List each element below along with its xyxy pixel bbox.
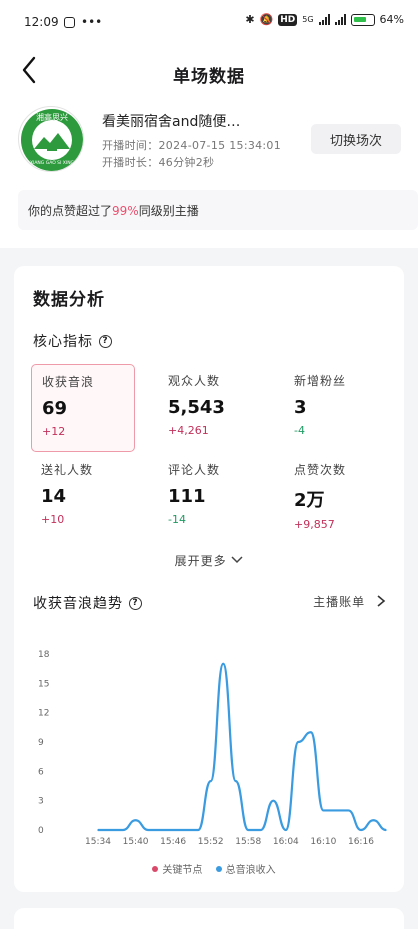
data-point	[259, 829, 262, 831]
streamer-logo: 湘高思兴 XIANG GAO SI XING	[18, 106, 84, 172]
income-series-line	[97, 662, 387, 832]
chart-legend: 关键节点 总音浪收入	[14, 861, 404, 876]
data-point	[322, 809, 325, 812]
metric-card[interactable]: 点赞次数 2万 +9,857	[284, 453, 388, 541]
metric-card[interactable]: 送礼人数 14 +10	[31, 453, 135, 541]
x-tick-label: 16:10	[310, 837, 336, 847]
likes-rank-banner: 你的点赞超过了99%同级别主播	[18, 190, 418, 230]
x-tick-label: 16:04	[273, 837, 299, 847]
bluetooth-icon: ✱	[245, 13, 255, 26]
key-node-legend: 关键节点	[162, 865, 203, 876]
data-analysis-card: 数据分析 核心指标 ? 收获音浪 69 +12 观众人数 5,543 +4,26…	[14, 266, 404, 892]
section-title: 数据分析	[33, 290, 105, 310]
status-bar: 12:09 ••• ✱ 🔕 HD 5G 64%	[0, 0, 418, 46]
help-icon[interactable]: ?	[99, 334, 112, 348]
data-point	[247, 829, 250, 831]
y-tick-label: 3	[38, 797, 44, 807]
trend-title: 收获音浪趋势 ?	[33, 593, 142, 613]
status-time: 12:09	[24, 15, 59, 29]
stream-info-card: 湘高思兴 XIANG GAO SI XING 看美丽宿舍and随便… 开播时间：…	[0, 98, 418, 248]
logo-bottom-text: XIANG GAO SI XING	[30, 160, 75, 166]
y-tick-label: 0	[38, 826, 44, 836]
x-tick-label: 15:46	[160, 837, 186, 847]
nav-bar: 单场数据	[0, 46, 418, 98]
income-legend: 总音浪收入	[225, 865, 276, 876]
metric-card[interactable]: 观众人数 5,543 +4,261	[158, 364, 262, 452]
data-point	[372, 819, 375, 822]
signal-icon-2	[334, 14, 346, 25]
help-icon[interactable]: ?	[129, 596, 142, 610]
y-tick-label: 15	[38, 679, 49, 689]
core-metrics-title: 核心指标 ?	[33, 331, 112, 351]
metric-card[interactable]: 新增粉丝 3 -4	[284, 364, 388, 452]
data-point	[122, 829, 124, 831]
data-point	[159, 829, 162, 831]
y-tick-label: 6	[38, 767, 44, 777]
network-5g-label: 5G	[302, 15, 314, 24]
data-point	[285, 829, 287, 831]
data-point	[335, 809, 337, 812]
stream-title: 看美丽宿舍and随便…	[102, 114, 241, 130]
battery-percent: 64%	[379, 13, 404, 26]
data-point	[310, 731, 312, 734]
x-tick-label: 15:58	[235, 837, 261, 847]
data-point	[385, 829, 387, 831]
chevron-right-icon	[377, 595, 386, 607]
data-point	[234, 780, 237, 782]
battery-icon	[350, 13, 375, 26]
y-tick-label: 12	[38, 709, 49, 719]
x-tick-label: 16:16	[348, 837, 374, 847]
data-point	[134, 819, 137, 822]
data-point	[360, 829, 362, 831]
more-dots-icon: •••	[81, 15, 103, 29]
expand-more-button[interactable]: 展开更多	[14, 552, 404, 569]
income-trend-chart: 0 3 6 9 12 15 18 15:34 15:40 15:46 15:52 15:58 16:04…	[38, 650, 387, 847]
data-point	[209, 780, 212, 782]
data-point	[222, 662, 225, 665]
chevron-down-icon	[231, 556, 243, 564]
data-point	[184, 829, 187, 831]
switch-session-button[interactable]: 切换场次	[311, 124, 401, 154]
stream-duration: 开播时长：46分钟2秒	[102, 156, 215, 169]
data-point	[197, 829, 199, 831]
y-tick-label: 9	[38, 738, 44, 748]
logo-top-text: 湘高思兴	[36, 112, 68, 122]
x-tick-label: 15:40	[123, 837, 149, 847]
y-tick-label: 18	[38, 650, 50, 660]
tiktok-icon	[64, 16, 75, 28]
x-tick-label: 15:34	[85, 837, 111, 847]
data-point	[172, 829, 174, 831]
metric-card[interactable]: 评论人数 111 -14	[158, 453, 262, 541]
data-point	[272, 799, 275, 802]
data-point	[347, 809, 350, 812]
key-node-legend-dot	[152, 866, 159, 872]
likes-percent: 99%	[112, 204, 139, 218]
signal-icon	[318, 14, 330, 25]
anchor-bill-link[interactable]: 主播账单	[313, 593, 386, 610]
next-card	[14, 908, 404, 929]
metric-card[interactable]: 收获音浪 69 +12	[31, 364, 135, 452]
page-title: 单场数据	[173, 67, 245, 87]
data-point	[109, 829, 112, 831]
data-point	[97, 829, 99, 831]
data-point	[297, 741, 300, 743]
hd-icon: HD	[278, 13, 298, 26]
income-legend-dot	[215, 866, 222, 872]
mute-bell-icon: 🔕	[259, 13, 274, 26]
start-time: 开播时间：2024-07-15 15:34:01	[102, 139, 282, 152]
x-tick-label: 15:52	[198, 837, 224, 847]
data-point	[147, 829, 149, 831]
